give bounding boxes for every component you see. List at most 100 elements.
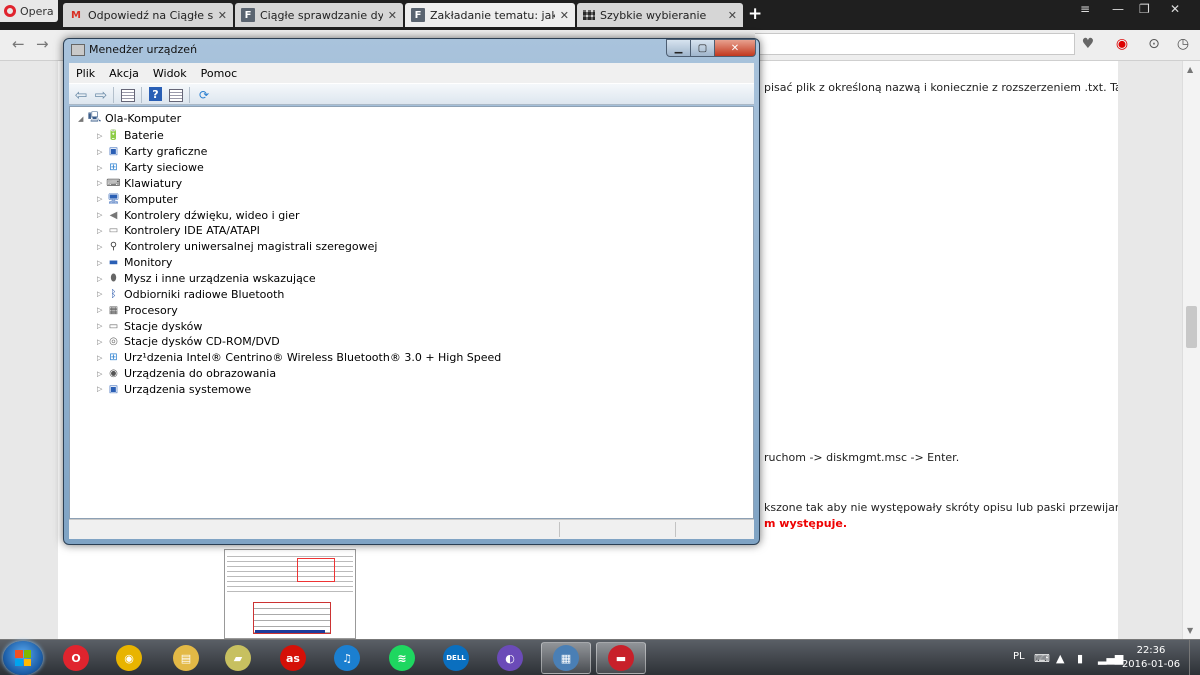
device-category-row[interactable]: ▷ ⚲ Kontrolery uniwersalnej magistrali sze…: [97, 239, 501, 255]
close-icon[interactable]: ✕: [560, 9, 569, 22]
show-desktop-button[interactable]: [1189, 640, 1200, 675]
taskbar-explorer-button[interactable]: ▤: [161, 642, 211, 674]
taskbar-chrome-button[interactable]: ◉: [104, 642, 154, 674]
taskbar-clock[interactable]: 22:36 2016-01-06: [1119, 644, 1183, 672]
adblock-icon[interactable]: ◉: [1113, 35, 1131, 53]
taskbar-lastfm-button[interactable]: as: [268, 642, 318, 674]
taskbar-toolbox-button[interactable]: ▬: [596, 642, 646, 674]
tab-new-topic[interactable]: F Zakładanie tematu: jakie in ✕: [405, 3, 575, 27]
menu-help[interactable]: Pomoc: [194, 67, 244, 80]
device-category-row[interactable]: ▷ ▣ Karty graficzne: [97, 144, 501, 160]
page-text-line: pisać plik z określoną nazwą i konieczni…: [764, 81, 1155, 94]
device-category-row[interactable]: ▷ ⌨ Klawiatury: [97, 176, 501, 192]
keyboard-tray-icon[interactable]: ⌨: [1034, 652, 1050, 665]
expand-arrow-icon[interactable]: ▷: [97, 148, 103, 156]
scan-hardware-icon[interactable]: ⟳: [196, 87, 212, 102]
language-indicator[interactable]: PL: [1013, 651, 1025, 662]
forward-arrow-icon[interactable]: ⇨: [93, 86, 109, 104]
close-icon[interactable]: ✕: [388, 9, 397, 22]
camera-icon: ◉: [109, 368, 118, 380]
device-category-row[interactable]: ▷ ᛒ Odbiorniki radiowe Bluetooth: [97, 286, 501, 302]
taskbar-folder-button[interactable]: ▰: [213, 642, 263, 674]
menu-file[interactable]: Plik: [69, 67, 102, 80]
download-icon[interactable]: ⊙: [1145, 35, 1163, 53]
show-hide-console-tree-icon[interactable]: [121, 89, 135, 102]
device-category-row[interactable]: ▷ ▦ Procesory: [97, 302, 501, 318]
properties-icon[interactable]: [169, 89, 183, 102]
device-category-row[interactable]: ▷ ◎ Stacje dysków CD-ROM/DVD: [97, 334, 501, 350]
expand-arrow-icon[interactable]: ▷: [97, 211, 103, 219]
expand-arrow-icon[interactable]: ▷: [97, 259, 103, 267]
network-adapter-icon: ⊞: [109, 162, 118, 174]
back-arrow-icon[interactable]: ⇦: [73, 86, 89, 104]
expand-arrow-icon[interactable]: ▷: [97, 243, 103, 251]
expand-arrow-icon[interactable]: ▷: [97, 179, 103, 187]
device-category-row[interactable]: ▷ ▭ Stacje dysków: [97, 318, 501, 334]
device-category-row[interactable]: ▷ 🖥 Komputer: [97, 191, 501, 207]
expand-arrow-icon[interactable]: ▷: [97, 290, 103, 298]
expand-arrow-icon[interactable]: ▷: [97, 195, 103, 203]
expand-arrow-icon[interactable]: ▷: [97, 370, 103, 378]
heart-icon[interactable]: ♥: [1079, 35, 1097, 53]
device-category-row[interactable]: ▷ ◀ Kontrolery dźwięku, wideo i gier: [97, 207, 501, 223]
expand-arrow-icon[interactable]: ▷: [97, 385, 103, 393]
device-category-row[interactable]: ▷ 🔋 Baterie: [97, 128, 501, 144]
close-icon[interactable]: ✕: [728, 9, 737, 22]
device-category-row[interactable]: ▷ ⊞ Urz¹dzenia Intel® Centrino® Wireless B…: [97, 350, 501, 366]
device-category-row[interactable]: ▷ ⊞ Karty sieciowe: [97, 160, 501, 176]
taskbar-device-manager-button[interactable]: ▦: [541, 642, 591, 674]
opera-icon: O: [63, 645, 89, 671]
page-scrollbar[interactable]: ▲ ▼: [1182, 61, 1200, 639]
url-field[interactable]: [755, 33, 1075, 55]
close-icon[interactable]: ✕: [218, 9, 227, 22]
tab-speed-dial[interactable]: Szybkie wybieranie ✕: [577, 3, 743, 27]
window-maximize-button[interactable]: ▢: [690, 39, 715, 57]
device-category-row[interactable]: ▷ ▭ Kontrolery IDE ATA/ATAPI: [97, 223, 501, 239]
speed-dial-icon: [583, 10, 595, 20]
tab-menu-icon[interactable]: ≡: [1080, 2, 1090, 16]
taskbar-opera-button[interactable]: O: [51, 642, 101, 674]
opera-menu-button[interactable]: Opera: [0, 0, 58, 22]
collapse-arrow-icon[interactable]: ◢: [78, 115, 84, 123]
new-tab-button[interactable]: +: [748, 4, 762, 24]
back-icon[interactable]: ←: [12, 35, 25, 53]
scrollbar-thumb[interactable]: [1186, 306, 1197, 348]
taskbar-dell-button[interactable]: DELL: [431, 642, 481, 674]
expand-arrow-icon[interactable]: ▷: [97, 306, 103, 314]
menu-bar: Plik Akcja Widok Pomoc: [69, 63, 754, 83]
expand-arrow-icon[interactable]: ▷: [97, 164, 103, 172]
start-button[interactable]: [3, 641, 43, 675]
menu-action[interactable]: Akcja: [102, 67, 146, 80]
device-category-row[interactable]: ▷ ▬ Monitory: [97, 255, 501, 271]
minimize-icon[interactable]: —: [1112, 2, 1124, 16]
taskbar-itunes-button[interactable]: ♫: [322, 642, 372, 674]
menu-view[interactable]: Widok: [146, 67, 194, 80]
expand-arrow-icon[interactable]: ▷: [97, 354, 103, 362]
tab-gmail[interactable]: M Odpowiedź na Ciągłe spra ✕: [63, 3, 233, 27]
window-close-button[interactable]: ✕: [714, 39, 756, 57]
screenshot-thumbnail[interactable]: [224, 549, 356, 639]
device-category-row[interactable]: ▷ ▣ Urządzenia systemowe: [97, 382, 501, 398]
device-category-row[interactable]: ▷ ⬮ Mysz i inne urządzenia wskazujące: [97, 271, 501, 287]
expand-arrow-icon[interactable]: ▷: [97, 132, 103, 140]
expand-arrow-icon[interactable]: ▷: [97, 275, 103, 283]
maximize-icon[interactable]: ❐: [1139, 2, 1150, 16]
expand-arrow-icon[interactable]: ▷: [97, 322, 103, 330]
tab-forum-disk-check[interactable]: F Ciągłe sprawdzanie dysku ✕: [235, 3, 403, 27]
expand-arrow-icon[interactable]: ▷: [97, 338, 103, 346]
window-minimize-button[interactable]: ▁: [666, 39, 691, 57]
taskbar-bittorrent-button[interactable]: ◐: [485, 642, 535, 674]
close-window-icon[interactable]: ✕: [1170, 2, 1180, 16]
scroll-up-icon[interactable]: ▲: [1187, 65, 1193, 74]
clock-icon[interactable]: ◷: [1174, 35, 1192, 53]
forward-icon[interactable]: →: [36, 35, 49, 53]
power-tray-icon[interactable]: ▮: [1077, 652, 1083, 665]
help-icon[interactable]: ?: [149, 87, 162, 101]
tree-root-node[interactable]: ◢ 🖳 Ola-Komputer: [78, 112, 181, 125]
taskbar-spotify-button[interactable]: ≋: [377, 642, 427, 674]
scroll-down-icon[interactable]: ▼: [1187, 626, 1193, 635]
device-manager-icon: [71, 44, 85, 56]
show-hidden-icons-icon[interactable]: ▲: [1056, 652, 1064, 665]
expand-arrow-icon[interactable]: ▷: [97, 227, 103, 235]
device-category-row[interactable]: ▷ ◉ Urządzenia do obrazowania: [97, 366, 501, 382]
